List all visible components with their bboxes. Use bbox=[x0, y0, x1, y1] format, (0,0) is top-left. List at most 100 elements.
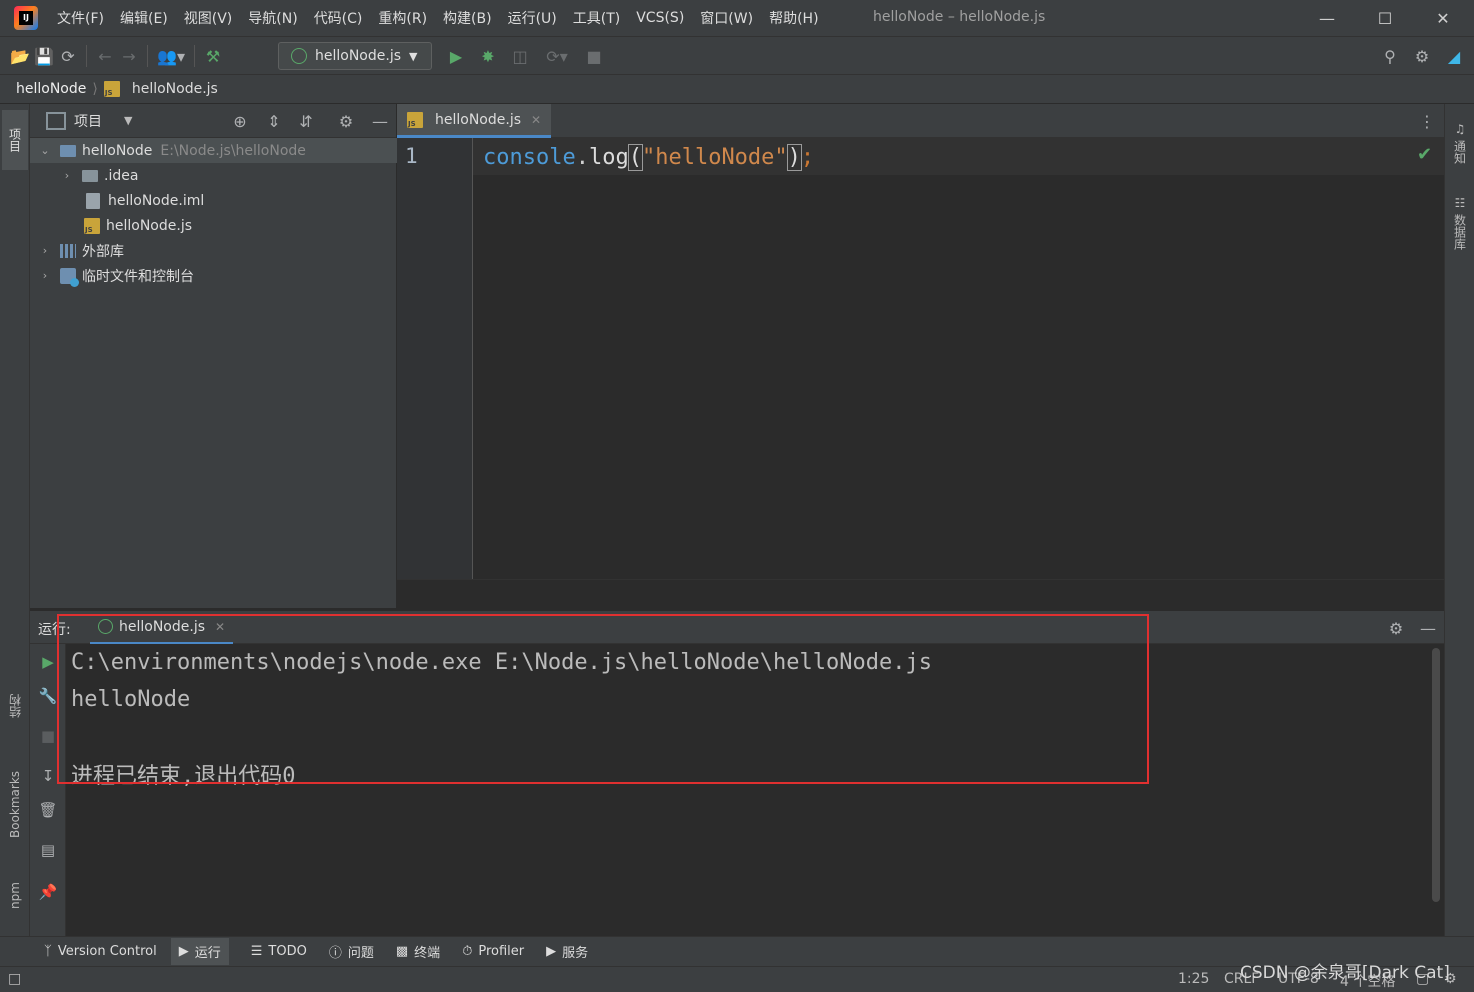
profile-icon[interactable]: ⟳▾ bbox=[540, 44, 574, 68]
branch-icon: ᛉ bbox=[44, 944, 52, 959]
run-settings-gear-icon[interactable]: ⚙ bbox=[1384, 616, 1408, 640]
menu-vcs[interactable]: VCS(S) bbox=[636, 10, 684, 26]
menu-build[interactable]: 构建(B) bbox=[443, 8, 492, 28]
services-icon: ▶ bbox=[546, 944, 557, 959]
tree-item-helloNode[interactable]: ⌄ helloNode E:\Node.js\helloNode bbox=[30, 138, 404, 163]
locate-file-icon[interactable]: ⊕ bbox=[228, 109, 252, 133]
menu-code[interactable]: 代码(C) bbox=[314, 8, 363, 28]
menu-edit[interactable]: 编辑(E) bbox=[120, 8, 168, 28]
more-options-icon[interactable]: ⋮ bbox=[1415, 109, 1439, 133]
nodejs-icon bbox=[291, 48, 307, 64]
iml-file-icon bbox=[86, 192, 100, 209]
menu-navigate[interactable]: 导航(N) bbox=[248, 8, 297, 28]
main-toolbar: 📂 💾 ⟳ ← → 👥▾ ⚒ helloNode.js ▼ ▶ ✸ ◫ ⟳▾ ■… bbox=[0, 36, 1474, 74]
layout-icon[interactable]: ▤ bbox=[36, 838, 60, 862]
search-icon[interactable]: ⚲ bbox=[1378, 44, 1402, 68]
tree-item-helloNode-js[interactable]: helloNode.js bbox=[30, 213, 450, 238]
tree-item-external-libraries[interactable]: › 外部库 bbox=[30, 238, 404, 263]
breadcrumb-project[interactable]: helloNode bbox=[16, 81, 86, 97]
run-tool-tab[interactable]: ▶ 运行 bbox=[170, 938, 229, 965]
collapse-all-icon[interactable]: ⇵ bbox=[294, 109, 318, 133]
code-dot: . bbox=[575, 144, 589, 170]
bookmarks-tool-tab[interactable]: Bookmarks bbox=[2, 752, 28, 856]
toolbox-logo-icon[interactable]: ◢ bbox=[1442, 44, 1466, 68]
settings-gear-icon[interactable]: ⚙ bbox=[1410, 44, 1434, 68]
code-paren-close: ) bbox=[786, 143, 802, 171]
profiler-tool-tab[interactable]: ⏱ Profiler bbox=[462, 944, 524, 959]
project-panel-title[interactable]: 项目 bbox=[74, 111, 102, 131]
close-window-button[interactable]: ✕ bbox=[1414, 0, 1472, 36]
user-menu-icon[interactable]: 👥▾ bbox=[154, 44, 188, 68]
toggle-tool-windows-icon[interactable]: □ bbox=[8, 971, 21, 987]
hide-panel-icon[interactable]: — bbox=[368, 109, 392, 133]
chevron-down-icon[interactable]: ▼ bbox=[124, 114, 132, 127]
open-folder-icon[interactable]: 📂 bbox=[8, 44, 32, 68]
js-file-icon bbox=[103, 81, 120, 97]
run-configuration-select[interactable]: helloNode.js ▼ bbox=[278, 42, 432, 70]
problems-tool-tab[interactable]: ⓘ 问题 bbox=[329, 942, 374, 961]
tree-item-label: helloNode bbox=[82, 142, 153, 159]
no-problems-check-icon[interactable]: ✔ bbox=[1417, 144, 1432, 165]
project-tool-tab[interactable]: 项目 bbox=[2, 110, 28, 170]
breadcrumb-file[interactable]: helloNode.js bbox=[132, 81, 218, 97]
code-line-1[interactable]: console . log ( "helloNode" ) ; bbox=[483, 142, 814, 172]
build-hammer-icon[interactable]: ⚒ bbox=[201, 44, 225, 68]
structure-tool-tab[interactable]: 结构 bbox=[2, 674, 28, 738]
line-number: 1 bbox=[405, 144, 418, 168]
terminal-tool-tab[interactable]: ▩ 终端 bbox=[396, 942, 440, 961]
version-control-tab[interactable]: ᛉ Version Control bbox=[44, 944, 157, 959]
close-tab-icon[interactable]: ✕ bbox=[531, 113, 541, 127]
menu-refactor[interactable]: 重构(R) bbox=[378, 8, 427, 28]
debug-bug-icon[interactable]: ✸ bbox=[476, 44, 500, 68]
todo-tool-tab[interactable]: ☰ TODO bbox=[251, 944, 307, 959]
menu-file[interactable]: 文件(F) bbox=[57, 8, 104, 28]
pin-icon[interactable]: 📌 bbox=[36, 880, 60, 904]
tree-item-idea[interactable]: › .idea bbox=[30, 163, 426, 188]
caret-position[interactable]: 1:25 bbox=[1178, 971, 1209, 987]
minimize-button[interactable]: — bbox=[1298, 0, 1356, 36]
notifications-tool-tab[interactable]: ♫ 通知 bbox=[1447, 114, 1473, 172]
editor-tab-helloNode-js[interactable]: helloNode.js ✕ bbox=[397, 104, 552, 138]
menu-run[interactable]: 运行(U) bbox=[508, 8, 557, 28]
list-icon: ☰ bbox=[250, 944, 263, 959]
app-logo-icon: IJ bbox=[14, 6, 38, 30]
right-tool-stripe: ♫ 通知 ☷ 数据库 bbox=[1444, 104, 1474, 936]
editor-tab-label: helloNode.js bbox=[435, 111, 522, 128]
npm-tool-tab[interactable]: npm bbox=[2, 868, 28, 924]
project-panel-header: 项目 ▼ ⊕ ⇕ ⇵ ⚙ — bbox=[30, 104, 396, 138]
maximize-button[interactable]: ☐ bbox=[1356, 0, 1414, 36]
tree-item-scratches[interactable]: › 临时文件和控制台 bbox=[30, 263, 404, 288]
folder-icon bbox=[82, 169, 98, 182]
console-scrollbar[interactable] bbox=[1432, 648, 1440, 902]
chevron-right-icon[interactable]: › bbox=[60, 169, 74, 182]
database-tool-tab[interactable]: ☷ 数据库 bbox=[1447, 188, 1473, 258]
chevron-down-icon[interactable]: ⌄ bbox=[38, 144, 52, 157]
menu-view[interactable]: 视图(V) bbox=[184, 8, 233, 28]
expand-all-icon[interactable]: ⇕ bbox=[262, 109, 286, 133]
coverage-icon[interactable]: ◫ bbox=[508, 44, 532, 68]
run-icon[interactable]: ▶ bbox=[444, 44, 468, 68]
clear-trash-icon[interactable]: 🗑 bbox=[36, 798, 60, 822]
window-title: helloNode – helloNode.js bbox=[873, 9, 1046, 25]
forward-arrow-icon[interactable]: → bbox=[117, 44, 141, 68]
sync-icon[interactable]: ⟳ bbox=[56, 44, 80, 68]
back-arrow-icon[interactable]: ← bbox=[93, 44, 117, 68]
menu-bar: 文件(F) 编辑(E) 视图(V) 导航(N) 代码(C) 重构(R) 构建(B… bbox=[57, 0, 835, 36]
tree-item-path: E:\Node.js\helloNode bbox=[160, 142, 306, 159]
chevron-right-icon[interactable]: › bbox=[38, 269, 52, 282]
menu-window[interactable]: 窗口(W) bbox=[700, 8, 753, 28]
hide-run-panel-icon[interactable]: — bbox=[1416, 616, 1440, 640]
save-icon[interactable]: 💾 bbox=[32, 44, 56, 68]
stop-icon[interactable]: ■ bbox=[582, 44, 606, 68]
menu-help[interactable]: 帮助(H) bbox=[769, 8, 818, 28]
line-gutter: 1 bbox=[397, 138, 473, 579]
chevron-right-icon[interactable]: › bbox=[38, 244, 52, 257]
services-tool-tab[interactable]: ▶ 服务 bbox=[546, 942, 588, 961]
panel-settings-gear-icon[interactable]: ⚙ bbox=[334, 109, 358, 133]
breadcrumb: helloNode ⟩ helloNode.js bbox=[0, 74, 1474, 104]
code-editor[interactable]: 1 console . log ( "helloNode" ) ; ✔ bbox=[397, 138, 1444, 579]
tree-item-label: helloNode.js bbox=[106, 217, 193, 234]
tree-item-helloNode-iml[interactable]: helloNode.iml bbox=[30, 188, 452, 213]
menu-tools[interactable]: 工具(T) bbox=[573, 8, 620, 28]
bell-icon: ♫ bbox=[1453, 122, 1467, 136]
